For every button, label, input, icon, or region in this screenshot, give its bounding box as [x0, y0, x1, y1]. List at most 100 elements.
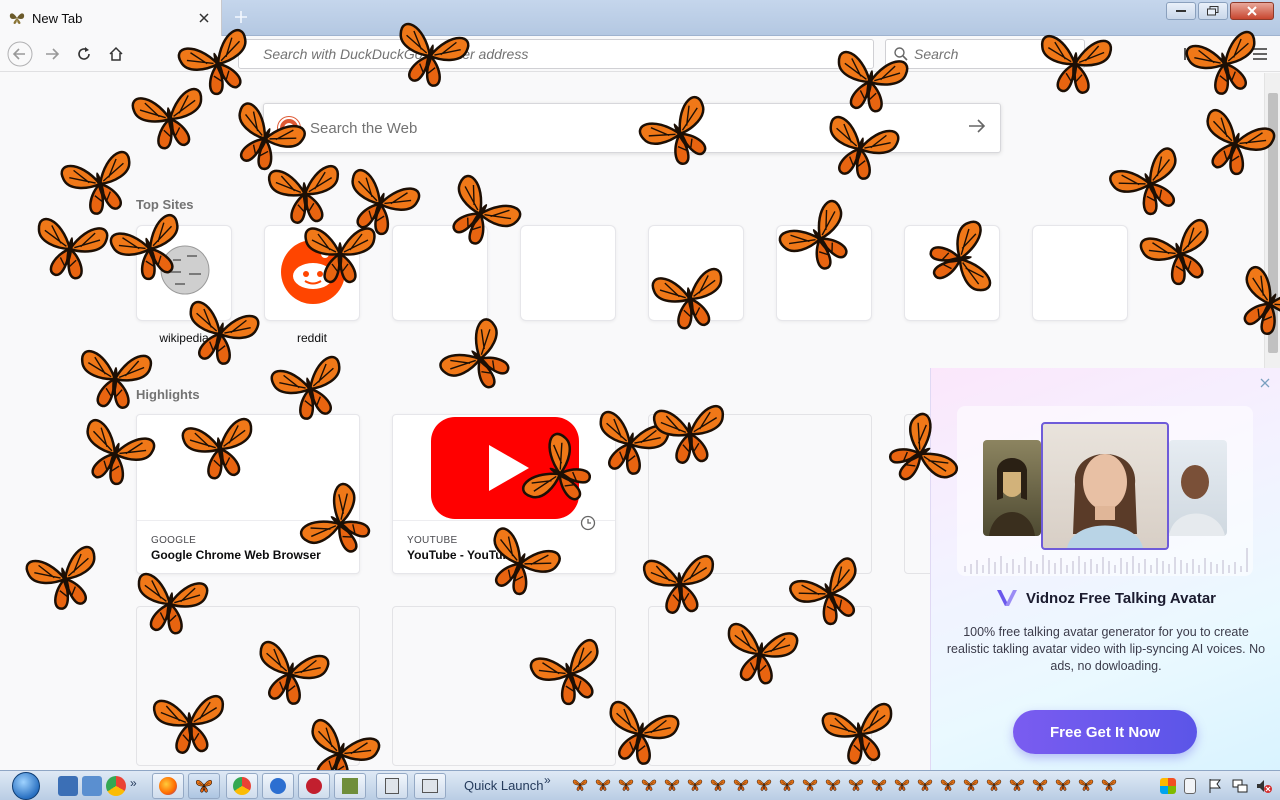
menu-hamburger-icon[interactable] — [1246, 40, 1274, 68]
navigation-toolbar — [0, 36, 1280, 72]
vidnoz-ad-popup: Vidnoz Free Talking Avatar 100% free tal… — [930, 368, 1280, 770]
taskbar-app[interactable] — [376, 773, 408, 799]
card-thumbnail — [393, 415, 615, 521]
start-button[interactable] — [8, 771, 44, 800]
search-go-arrow-icon[interactable] — [968, 118, 986, 138]
taskbar-butterfly-strip — [572, 778, 1117, 792]
reddit-logo-icon — [281, 240, 345, 304]
card-thumbnail — [137, 415, 359, 521]
taskbar-app[interactable] — [334, 773, 366, 799]
taskbar-chrome[interactable] — [226, 773, 258, 799]
mini-butterfly-icon — [664, 779, 680, 791]
tab-new-tab[interactable]: New Tab — [0, 0, 222, 36]
mini-butterfly-icon — [710, 779, 726, 791]
audio-waveform-icon — [964, 548, 1248, 574]
top-site-reddit[interactable] — [264, 225, 360, 321]
reload-icon[interactable] — [70, 40, 98, 68]
search-bar[interactable] — [885, 39, 1085, 69]
top-site-empty[interactable] — [392, 225, 488, 321]
mini-butterfly-icon — [1032, 779, 1048, 791]
restore-button[interactable] — [1198, 2, 1228, 20]
volume-muted-icon[interactable] — [1256, 778, 1272, 794]
free-get-it-now-button[interactable]: Free Get It Now — [1013, 710, 1197, 754]
mini-butterfly-icon — [848, 779, 864, 791]
mini-butterfly-icon — [572, 779, 588, 791]
mini-butterfly-icon — [756, 779, 772, 791]
card-source: GOOGLE — [151, 535, 197, 546]
new-tab-plus-icon[interactable] — [228, 4, 254, 30]
quick-launch-chevron-icon[interactable]: » — [544, 773, 551, 787]
url-input[interactable] — [263, 46, 873, 62]
mini-butterfly-icon — [940, 779, 956, 791]
address-bar[interactable] — [238, 39, 874, 69]
network-icon[interactable] — [1232, 779, 1248, 793]
action-center-flag-icon[interactable] — [1208, 778, 1222, 794]
ad-description: 100% free talking avatar generator for y… — [946, 625, 1266, 673]
taskbar-firefox[interactable] — [152, 773, 184, 799]
top-site-empty[interactable] — [776, 225, 872, 321]
mini-butterfly-icon — [1055, 779, 1071, 791]
top-site-label: reddit — [296, 331, 328, 345]
mini-butterfly-icon — [618, 779, 634, 791]
tab-title: New Tab — [32, 10, 83, 26]
overflow-chevron-icon[interactable]: » — [130, 776, 140, 796]
top-site-empty[interactable] — [648, 225, 744, 321]
firefox-icon — [159, 777, 177, 795]
man-avatar — [1169, 440, 1227, 536]
highlight-card-google[interactable]: GOOGLE Google Chrome Web Browser — [136, 414, 360, 574]
ad-brand-name: Vidnoz Free Talking Avatar — [1025, 589, 1217, 607]
woman-avatar — [1041, 422, 1169, 550]
duckduckgo-logo-icon — [278, 117, 300, 139]
home-icon[interactable] — [102, 40, 130, 68]
card-source: YOUTUBE — [407, 535, 458, 546]
taskbar-app[interactable] — [414, 773, 446, 799]
history-clock-icon — [580, 515, 596, 531]
ad-close-icon[interactable] — [1258, 376, 1272, 390]
explorer-icon[interactable] — [82, 776, 102, 796]
mini-butterfly-icon — [1101, 779, 1117, 791]
top-site-wikipedia[interactable] — [136, 225, 232, 321]
scrollbar-thumb[interactable] — [1268, 93, 1278, 353]
mini-butterfly-icon — [871, 779, 887, 791]
window-controls — [1166, 2, 1274, 20]
ad-brand: Vidnoz Free Talking Avatar — [931, 588, 1280, 608]
mini-butterfly-icon — [825, 779, 841, 791]
mini-butterfly-icon — [917, 779, 933, 791]
library-icon[interactable] — [1178, 40, 1206, 68]
close-window-button[interactable] — [1230, 2, 1274, 20]
taskbar-butterfly-app[interactable] — [188, 773, 220, 799]
top-sites-heading: Top Sites — [136, 197, 194, 212]
search-input[interactable] — [914, 46, 1084, 62]
mini-butterfly-icon — [687, 779, 703, 791]
mini-butterfly-icon — [802, 779, 818, 791]
tray-document-icon[interactable] — [1184, 778, 1196, 794]
minimize-button[interactable] — [1166, 2, 1196, 20]
chrome-icon — [233, 777, 251, 795]
youtube-logo-icon — [431, 417, 579, 519]
tab-close-icon[interactable] — [195, 9, 213, 27]
top-site-empty[interactable] — [904, 225, 1000, 321]
forward-arrow-icon[interactable] — [38, 40, 66, 68]
top-site-empty[interactable] — [520, 225, 616, 321]
wikipedia-globe-icon — [160, 245, 210, 295]
web-search-box[interactable] — [263, 103, 1001, 153]
top-site-label: wikipedia — [159, 331, 209, 345]
tray-icon[interactable] — [1160, 778, 1176, 794]
mini-butterfly-icon — [986, 779, 1002, 791]
back-arrow-icon[interactable] — [6, 40, 34, 68]
highlight-placeholder — [392, 606, 616, 766]
top-site-empty[interactable] — [1032, 225, 1128, 321]
quick-launch-label: Quick Launch — [464, 778, 544, 793]
web-search-input[interactable] — [310, 119, 968, 137]
highlight-card-youtube[interactable]: YOUTUBE YouTube - YouTube — [392, 414, 616, 574]
taskbar-app[interactable] — [262, 773, 294, 799]
windows-taskbar: » Quick Launch » — [0, 770, 1280, 800]
mini-butterfly-icon — [641, 779, 657, 791]
mini-butterfly-icon — [963, 779, 979, 791]
chrome-quicklaunch-icon[interactable] — [106, 776, 126, 796]
show-desktop-icon[interactable] — [58, 776, 78, 796]
window-icon — [422, 779, 438, 793]
taskbar-app[interactable] — [298, 773, 330, 799]
vidnoz-logo-icon — [996, 590, 1017, 606]
mini-butterfly-icon — [779, 779, 795, 791]
